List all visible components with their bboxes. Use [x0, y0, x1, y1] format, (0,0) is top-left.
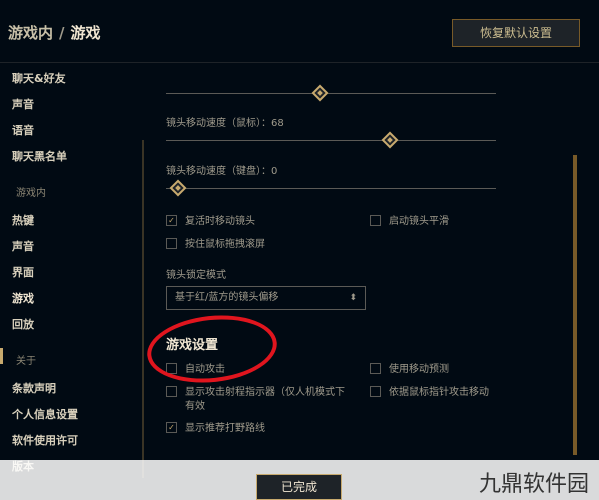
- camera-mouse-speed-label: 镜头移动速度（鼠标）：68: [166, 118, 284, 129]
- select-value: 基于红/蓝方的镜头偏移: [175, 292, 279, 303]
- breadcrumb: 游戏内 / 游戏: [8, 22, 101, 43]
- sidebar-item-chat-blacklist[interactable]: 聊天黑名单: [12, 148, 67, 164]
- content-scrollbar[interactable]: [573, 155, 577, 455]
- settings-header: 游戏内 / 游戏 恢复默认设置: [0, 0, 599, 63]
- sidebar-item-sound[interactable]: 声音: [12, 238, 34, 254]
- option-jungle-path[interactable]: ✓ 显示推荐打野路线: [166, 419, 265, 434]
- option-attack-move-on-cursor[interactable]: 依据鼠标指针攻击移动: [370, 383, 489, 398]
- settings-content: 镜头移动速度（鼠标）：68 镜头移动速度（键盘）：0 ✓ 复活时移动镜头 启动镜头…: [150, 62, 580, 482]
- mouse-speed-slider-track[interactable]: [166, 140, 496, 141]
- done-button[interactable]: 已完成: [256, 474, 342, 500]
- option-label: 按住鼠标拖拽滚屏: [185, 239, 265, 250]
- option-attack-range-indicator[interactable]: 显示攻击射程指示器（仅人机模式下: [166, 383, 345, 398]
- sidebar-item-hotkeys[interactable]: 热键: [12, 212, 34, 228]
- restore-defaults-button[interactable]: 恢复默认设置: [452, 19, 580, 47]
- sidebar-item-chat-friends[interactable]: 聊天&好友: [12, 70, 66, 86]
- top-slider-thumb[interactable]: [311, 84, 329, 102]
- sidebar-item-license[interactable]: 软件使用许可: [12, 432, 78, 448]
- breadcrumb-separator: /: [59, 24, 65, 42]
- sidebar-section-ingame: 游戏内: [16, 188, 46, 199]
- camera-lock-mode-select[interactable]: 基于红/蓝方的镜头偏移 ⬍: [166, 286, 366, 310]
- sidebar-item-terms[interactable]: 条款声明: [12, 380, 56, 396]
- sidebar-item-voice[interactable]: 语音: [12, 122, 34, 138]
- watermark-text: 九鼎软件园: [478, 472, 589, 497]
- option-label: 使用移动预测: [389, 364, 449, 375]
- sidebar-item-game[interactable]: 游戏: [12, 290, 34, 306]
- sidebar-section-about: 关于: [16, 356, 36, 367]
- settings-sidebar: 聊天&好友 声音 语音 聊天黑名单 游戏内 热键 声音 界面 游戏 回放 关于 …: [0, 62, 140, 482]
- breadcrumb-current: 游戏: [70, 24, 101, 42]
- sidebar-item-replay[interactable]: 回放: [12, 316, 34, 332]
- checkbox-checked-icon[interactable]: ✓: [166, 214, 177, 226]
- option-label-continued: 有效: [185, 401, 205, 412]
- checkbox-icon[interactable]: [370, 362, 381, 374]
- option-camera-smoothing[interactable]: 启动镜头平滑: [370, 212, 449, 227]
- option-move-camera-on-revive[interactable]: ✓ 复活时移动镜头: [166, 212, 255, 227]
- sidebar-item-privacy[interactable]: 个人信息设置: [12, 406, 78, 422]
- mouse-speed-slider-thumb[interactable]: [381, 131, 399, 149]
- checkbox-checked-icon[interactable]: ✓: [166, 421, 177, 433]
- checkbox-icon[interactable]: [370, 214, 381, 226]
- sidebar-active-indicator: [0, 348, 3, 364]
- option-drag-scroll[interactable]: 按住鼠标拖拽滚屏: [166, 235, 265, 250]
- option-label: 复活时移动镜头: [185, 216, 255, 227]
- top-slider-track[interactable]: [166, 93, 496, 94]
- option-movement-prediction[interactable]: 使用移动预测: [370, 360, 449, 375]
- option-label: 显示攻击射程指示器（仅人机模式下: [185, 387, 345, 398]
- checkbox-icon[interactable]: [166, 237, 177, 249]
- option-label: 依据鼠标指针攻击移动: [389, 387, 489, 398]
- sidebar-divider: [142, 140, 144, 478]
- breadcrumb-parent[interactable]: 游戏内: [8, 24, 53, 42]
- sidebar-item-interface[interactable]: 界面: [12, 264, 34, 280]
- option-label: 显示推荐打野路线: [185, 423, 265, 434]
- camera-keyboard-speed-label: 镜头移动速度（键盘）：0: [166, 166, 278, 177]
- keyboard-speed-slider-track[interactable]: [166, 188, 496, 189]
- checkbox-icon[interactable]: [166, 385, 177, 397]
- keyboard-speed-slider-thumb[interactable]: [169, 179, 187, 197]
- chevron-updown-icon: ⬍: [349, 293, 357, 303]
- option-label: 启动镜头平滑: [389, 216, 449, 227]
- sidebar-item-sound-client[interactable]: 声音: [12, 96, 34, 112]
- camera-lock-mode-label: 镜头锁定模式: [166, 270, 226, 281]
- checkbox-icon[interactable]: [370, 385, 381, 397]
